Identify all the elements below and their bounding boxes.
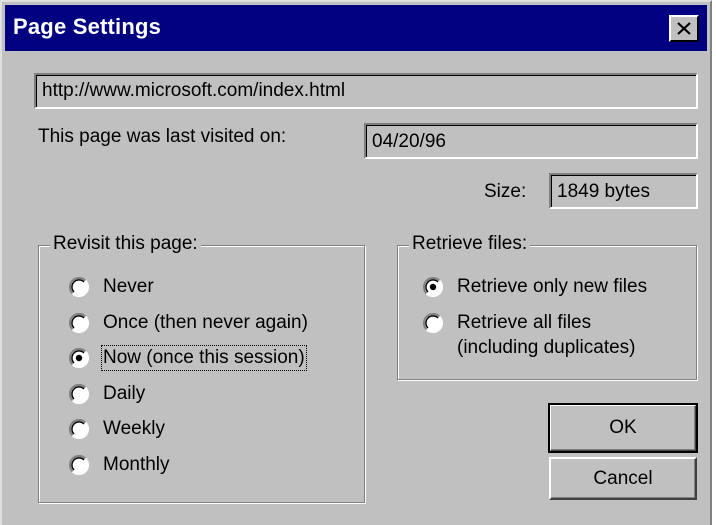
radio-retrieve-new[interactable] — [423, 277, 443, 297]
title-bar[interactable]: Page Settings — [5, 5, 707, 51]
last-visited-label: This page was last visited on: — [38, 126, 287, 147]
radio-once[interactable] — [69, 313, 89, 333]
last-visited-value: 04/20/96 — [372, 131, 446, 152]
option-never-label[interactable]: Never — [103, 276, 154, 298]
window-title: Page Settings — [13, 14, 162, 39]
close-button[interactable] — [669, 15, 699, 42]
cancel-button-label: Cancel — [593, 467, 653, 489]
option-once-label[interactable]: Once (then never again) — [103, 312, 308, 334]
radio-never[interactable] — [69, 277, 89, 297]
page-settings-dialog: Page Settings http://www.microsoft.com/i… — [0, 0, 712, 525]
last-visited-field: 04/20/96 — [364, 123, 698, 159]
url-field: http://www.microsoft.com/index.html — [34, 73, 698, 109]
option-monthly-label[interactable]: Monthly — [103, 454, 170, 476]
size-field: 1849 bytes — [549, 173, 698, 209]
radio-now-dot — [75, 354, 83, 362]
option-retrieve-all-label[interactable]: Retrieve all files — [457, 312, 591, 334]
option-retrieve-all-label-line2[interactable]: (including duplicates) — [457, 337, 636, 359]
cancel-button[interactable]: Cancel — [549, 457, 697, 500]
radio-retrieve-all[interactable] — [423, 313, 443, 333]
size-label: Size: — [484, 181, 527, 202]
retrieve-legend: Retrieve files: — [409, 233, 531, 255]
ok-button-label: OK — [609, 417, 637, 438]
radio-daily[interactable] — [69, 384, 89, 404]
option-now-label[interactable]: Now (once this session) — [101, 345, 307, 371]
revisit-legend: Revisit this page: — [50, 233, 201, 255]
radio-retrieve-new-dot — [429, 283, 437, 291]
radio-now[interactable] — [69, 348, 89, 368]
ok-button[interactable]: OK — [548, 403, 698, 453]
radio-monthly[interactable] — [69, 455, 89, 475]
close-icon — [677, 22, 691, 35]
url-text: http://www.microsoft.com/index.html — [42, 80, 346, 101]
option-daily-label[interactable]: Daily — [103, 383, 145, 405]
option-weekly-label[interactable]: Weekly — [103, 418, 165, 440]
option-retrieve-new-label[interactable]: Retrieve only new files — [457, 276, 647, 298]
size-value: 1849 bytes — [557, 181, 650, 202]
radio-weekly[interactable] — [69, 419, 89, 439]
